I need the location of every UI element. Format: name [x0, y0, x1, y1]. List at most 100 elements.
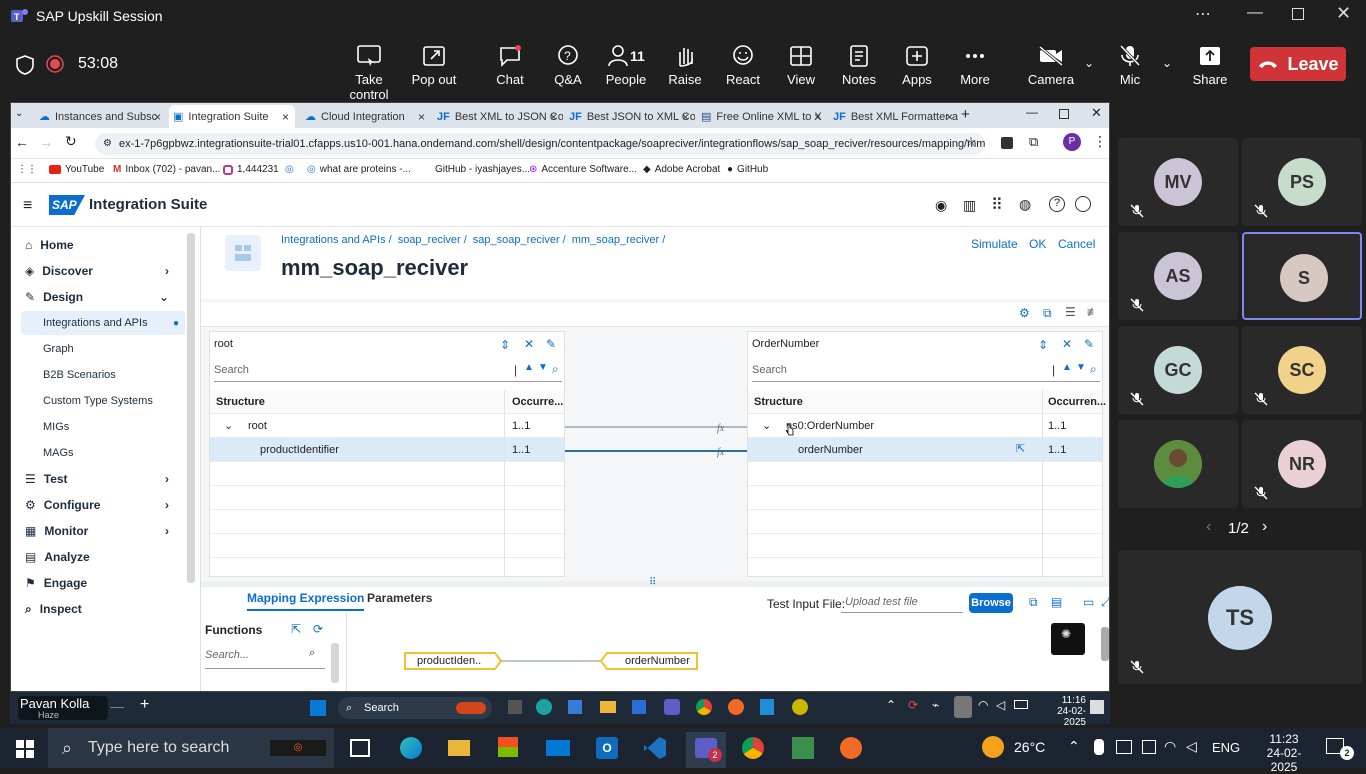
copy-icon[interactable]: ⧉ — [1043, 306, 1052, 321]
nav-custom-type-systems[interactable]: Custom Type Systems — [43, 389, 193, 413]
nav-discover[interactable]: ◈ Discover › — [25, 259, 175, 283]
nav-design[interactable]: ✎ Design ⌄ — [25, 285, 175, 309]
norton-icon[interactable] — [792, 699, 808, 715]
documents-icon[interactable]: ▥ — [963, 197, 976, 214]
search-icon[interactable]: ⌕ — [1090, 362, 1097, 377]
participant-tile[interactable]: PS — [1242, 138, 1362, 226]
functions-scrollbar[interactable] — [331, 643, 339, 683]
tray-chevron-icon[interactable]: ⌃ — [1068, 738, 1080, 755]
nav-inspect[interactable]: ⌕ Inspect — [25, 597, 175, 621]
site-info-icon[interactable]: ⚙ — [103, 133, 112, 155]
clear-lines-icon[interactable]: ≢ — [1087, 305, 1099, 319]
store-icon[interactable] — [568, 700, 582, 714]
nav-test[interactable]: ☰ Test › — [25, 467, 175, 491]
pop-out-button[interactable]: Pop out — [404, 44, 464, 87]
table-row-selected[interactable]: productIdentifier 1..1 — [210, 438, 564, 462]
zoom-in-icon[interactable]: + — [140, 696, 149, 714]
expression-scrollbar[interactable] — [1101, 627, 1109, 661]
browser-tab[interactable]: JF Best XML Formatter a × — [829, 105, 959, 128]
leave-button[interactable]: Leave — [1250, 47, 1346, 81]
source-search-input[interactable]: Search | ▲ ▼ ⌕ — [214, 362, 562, 382]
participant-tile-large[interactable]: TS — [1118, 550, 1362, 684]
close-tab-icon[interactable]: × — [814, 110, 821, 124]
edge-icon[interactable] — [536, 699, 552, 715]
browser-tab[interactable]: JF Best XML to JSON Co × — [433, 105, 563, 128]
breadcrumb-link[interactable]: soap_reciver / — [398, 234, 467, 246]
close-tab-icon[interactable]: × — [550, 110, 557, 124]
browser-close-button[interactable]: ✕ — [1091, 105, 1102, 121]
breadcrumb-link[interactable]: mm_soap_reciver / — [572, 234, 666, 246]
product-switch-icon[interactable]: ⠿ — [991, 195, 1003, 215]
settings-icon[interactable]: ⚙ — [1019, 306, 1030, 320]
browser-tab-active[interactable]: ▣ Integration Suite × — [169, 105, 295, 128]
zoom-out-icon[interactable]: — — [110, 698, 124, 714]
copy-expression-icon[interactable]: ⧉ — [1029, 595, 1038, 610]
nav-mags[interactable]: MAGs — [43, 441, 193, 465]
chrome-icon[interactable] — [742, 737, 764, 759]
ok-button[interactable]: OK — [1029, 237, 1046, 251]
notification-icon[interactable] — [1090, 700, 1104, 714]
browser-tab[interactable]: ▤ Free Online XML to X × — [697, 105, 827, 128]
browser-tab[interactable]: ☁ Cloud Integration × — [301, 105, 431, 128]
search-icon[interactable]: ⌕ — [552, 362, 559, 377]
next-result-icon[interactable]: ▼ — [1076, 362, 1086, 373]
back-arrow-icon[interactable]: ← — [15, 134, 29, 150]
postman-icon[interactable] — [728, 699, 744, 715]
tray-network-icon[interactable]: ⌁ — [932, 698, 939, 712]
user-profile-icon[interactable] — [1075, 196, 1091, 212]
bookmark-github[interactable]: ● GitHub — [727, 164, 768, 175]
edit-icon[interactable]: ✎ — [1084, 337, 1094, 351]
outlook-icon[interactable] — [632, 700, 646, 714]
previous-result-icon[interactable]: ▲ — [1062, 362, 1072, 373]
bookmark-github-repo[interactable]: GitHub - iyashjayes... — [435, 164, 530, 175]
export-functions-icon[interactable]: ⇱ — [291, 622, 301, 636]
tray-app-icon[interactable]: ⟳ — [908, 698, 918, 712]
expand-collapse-icon[interactable]: ⇕ — [1038, 338, 1048, 352]
browse-button[interactable]: Browse — [969, 593, 1013, 613]
close-tab-icon[interactable]: × — [282, 110, 289, 124]
participant-tile[interactable]: AS — [1118, 232, 1238, 320]
qa-button[interactable]: ? Q&A — [538, 44, 598, 87]
vscode-icon[interactable] — [644, 737, 666, 759]
camera-options-chevron-icon[interactable]: ⌄ — [1084, 56, 1094, 70]
participant-tile[interactable] — [1118, 420, 1238, 508]
participant-tile[interactable]: NR — [1242, 420, 1362, 508]
previous-result-icon[interactable]: ▲ — [524, 362, 534, 373]
language-indicator[interactable]: ENG — [1212, 740, 1240, 755]
display-icon[interactable] — [1142, 740, 1156, 754]
battery-icon[interactable] — [1014, 700, 1028, 709]
windows-search-box[interactable]: ⌕ Type here to search ◎ — [48, 728, 334, 768]
extension-icon[interactable] — [1001, 137, 1013, 149]
browser-menu-icon[interactable]: ⋮ — [1093, 133, 1107, 150]
bookmark-youtube[interactable]: YouTube — [49, 164, 104, 175]
more-button[interactable]: More — [945, 44, 1005, 87]
edit-icon[interactable]: ✎ — [546, 337, 556, 351]
apps-button[interactable]: Apps — [887, 44, 947, 87]
browser-tab[interactable]: JF Best JSON to XML Co × — [565, 105, 695, 128]
nav-monitor[interactable]: ▦ Monitor › — [25, 519, 175, 543]
weather-icon[interactable] — [982, 736, 1004, 758]
wifi-icon[interactable]: ◠ — [978, 698, 988, 712]
support-headset-icon[interactable]: ◍ — [1019, 196, 1031, 213]
close-window-button[interactable]: ✕ — [1336, 3, 1351, 24]
apps-grid-icon[interactable]: ⋮⋮ — [17, 164, 37, 175]
participant-tile[interactable]: MV — [1118, 138, 1238, 226]
camera-button[interactable]: Camera — [1021, 44, 1081, 87]
target-search-input[interactable]: Search | ▲ ▼ ⌕ — [752, 362, 1100, 382]
close-tab-icon[interactable]: × — [946, 110, 953, 124]
upload-test-file-input[interactable]: Upload test file — [841, 593, 963, 613]
notes-button[interactable]: Notes — [829, 44, 889, 87]
taskbar-search-box[interactable]: ⌕ Search — [338, 697, 492, 719]
meet-now-icon[interactable] — [1116, 740, 1132, 754]
inner-clock[interactable]: 11:16 24-02-2025 — [1040, 695, 1086, 728]
breadcrumb-link[interactable]: sap_soap_reciver / — [473, 234, 566, 246]
tab-search-chevron-icon[interactable]: ⌄ — [15, 108, 23, 119]
people-button[interactable]: People — [596, 44, 656, 87]
nav-engage[interactable]: ⚑ Engage — [25, 571, 175, 595]
expand-collapse-icon[interactable]: ⇕ — [500, 338, 510, 352]
previous-page-icon[interactable]: ‹ — [1206, 518, 1211, 536]
weather-temperature[interactable]: 26°C — [1014, 739, 1045, 755]
bookmark-adobe[interactable]: ◆ Adobe Acrobat — [643, 164, 720, 175]
view-button[interactable]: View — [771, 44, 831, 87]
volume-icon[interactable]: ◁ — [1186, 738, 1197, 755]
